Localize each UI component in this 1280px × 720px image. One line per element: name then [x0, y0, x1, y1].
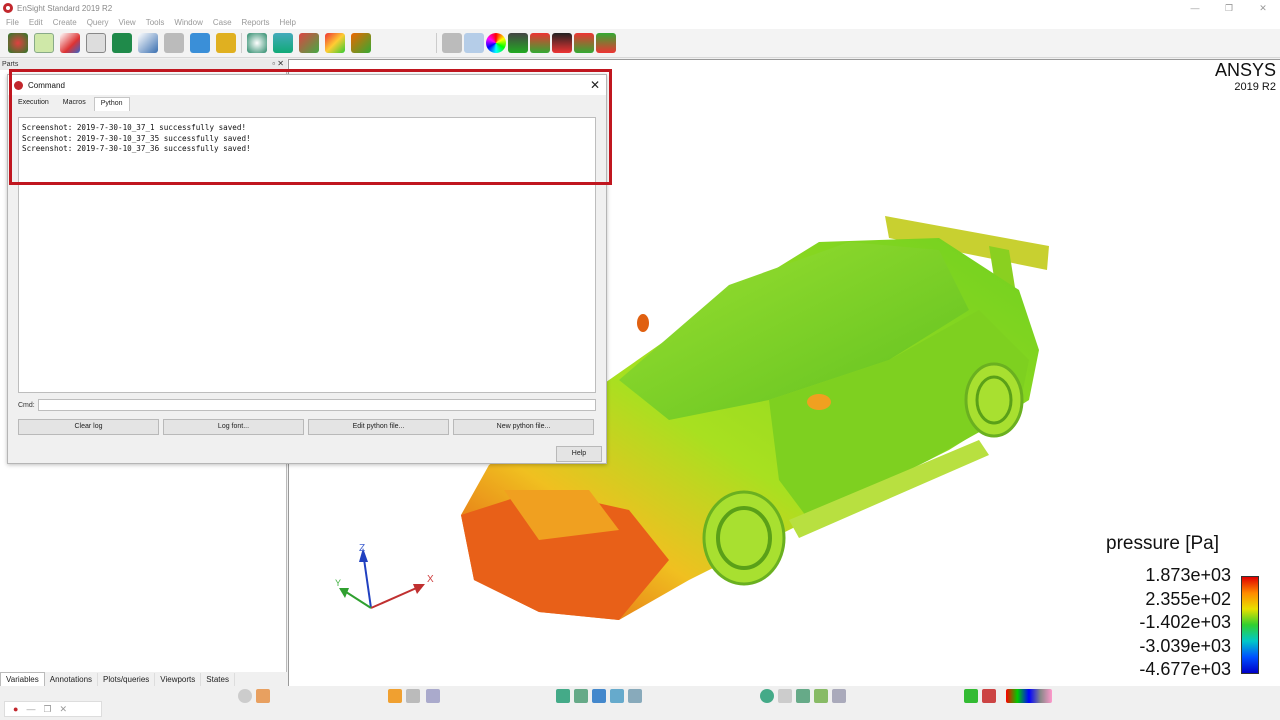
pointer-tool-icon[interactable] — [442, 33, 462, 53]
legend-value-min: -4.677e+03 — [1139, 659, 1231, 679]
isosurface-tool-icon[interactable] — [273, 33, 293, 53]
center-icon[interactable] — [832, 689, 846, 703]
book-tool-icon[interactable] — [164, 33, 184, 53]
menu-query[interactable]: Query — [87, 18, 109, 27]
axis-x-label: X — [427, 574, 434, 585]
tab-viewports[interactable]: Viewports — [155, 672, 202, 686]
ensight-app-icon — [3, 3, 13, 13]
legend-title: pressure [Pa] — [1106, 533, 1219, 554]
record-icon[interactable] — [238, 689, 252, 703]
viewport-tool-icon[interactable] — [112, 33, 132, 53]
streamline-tool-icon[interactable] — [351, 33, 371, 53]
menu-help[interactable]: Help — [280, 18, 296, 27]
tool-box-icon[interactable] — [216, 33, 236, 53]
panel-float-close-icon[interactable]: ▫ ✕ — [272, 59, 284, 68]
legend-value-2: 2.355e+02 — [1145, 589, 1231, 609]
side-mirror — [807, 394, 831, 410]
close-window-button[interactable]: ✕ — [1246, 0, 1280, 16]
cmd-label: Cmd: — [18, 402, 35, 409]
menu-edit[interactable]: Edit — [29, 18, 43, 27]
sync-views-icon[interactable] — [796, 689, 810, 703]
lock-icon[interactable] — [778, 689, 792, 703]
thumb-minimize-icon[interactable]: — — [26, 704, 35, 714]
parts-panel-title: Parts — [2, 61, 19, 68]
left-panel-tabs: Variables Annotations Plots/queries View… — [0, 672, 287, 686]
edit-python-file-button[interactable]: Edit python file... — [308, 419, 449, 435]
minimize-button[interactable]: — — [1178, 0, 1212, 16]
error-icon[interactable] — [982, 689, 996, 703]
legend-color-bar — [1241, 576, 1259, 674]
thumb-app-icon: ● — [13, 704, 19, 714]
window-title: EnSight Standard 2019 R2 — [17, 3, 113, 13]
clip-tool-icon[interactable] — [299, 33, 319, 53]
menu-bar: File Edit Create Query View Tools Window… — [0, 16, 1280, 29]
thumb-close-icon[interactable]: ✕ — [60, 704, 68, 715]
legend-value-4: -3.039e+03 — [1139, 636, 1231, 656]
rear-wheel — [964, 362, 1024, 438]
grid-icon[interactable] — [406, 689, 420, 703]
table-tool-icon[interactable] — [34, 33, 54, 53]
cmd-input[interactable] — [38, 399, 596, 411]
restore-button[interactable]: ❐ — [1212, 0, 1246, 16]
plot-tool-icon[interactable] — [60, 33, 80, 53]
probe-tool-icon[interactable] — [247, 33, 267, 53]
menu-create[interactable]: Create — [53, 18, 77, 27]
label-icon[interactable] — [552, 33, 572, 53]
select-icon[interactable] — [388, 689, 402, 703]
axis-y-label: Y — [335, 578, 341, 588]
fit-icon[interactable] — [610, 689, 624, 703]
rotate-icon[interactable] — [592, 689, 606, 703]
menu-file[interactable]: File — [6, 18, 19, 27]
new-python-file-button[interactable]: New python file... — [453, 419, 594, 435]
bottom-status-bar: ● — ❐ ✕ — [0, 686, 1280, 720]
thumb-restore-icon[interactable]: ❐ — [43, 704, 51, 715]
tab-plots-queries[interactable]: Plots/queries — [98, 672, 156, 686]
zoom-box-icon[interactable] — [556, 689, 570, 703]
lines-icon[interactable] — [530, 33, 550, 53]
display-icon[interactable] — [596, 33, 616, 53]
tab-variables[interactable]: Variables — [0, 672, 45, 686]
help-button[interactable]: Help — [556, 446, 602, 462]
main-toolbar — [0, 29, 1280, 58]
window-titlebar: EnSight Standard 2019 R2 — ❐ ✕ — [0, 0, 1280, 16]
clear-log-button[interactable]: Clear log — [18, 419, 159, 435]
toolbar-separator-2 — [436, 33, 437, 53]
reset-icon[interactable] — [760, 689, 774, 703]
movie-tool-icon[interactable] — [190, 33, 210, 53]
legend-value-max: 1.873e+03 — [1145, 565, 1231, 585]
tab-states[interactable]: States — [201, 672, 235, 686]
taskbar-thumbnail[interactable]: ● — ❐ ✕ — [4, 701, 102, 717]
menu-tools[interactable]: Tools — [146, 18, 165, 27]
transparency-icon[interactable] — [508, 33, 528, 53]
log-font-button[interactable]: Log font... — [163, 419, 304, 435]
vector-tool-icon[interactable] — [325, 33, 345, 53]
annotation-tool-icon[interactable] — [138, 33, 158, 53]
axis-triad: Z X Y — [335, 543, 434, 609]
highlight-annotation-box — [9, 69, 612, 185]
undo-view-icon[interactable] — [814, 689, 828, 703]
hand-icon[interactable] — [256, 689, 270, 703]
menu-reports[interactable]: Reports — [242, 18, 270, 27]
tab-annotations[interactable]: Annotations — [45, 672, 99, 686]
toolbar-separator — [241, 33, 242, 53]
axis-z-label: Z — [359, 543, 365, 554]
palette-icon[interactable] — [1006, 689, 1052, 703]
translate-icon[interactable] — [574, 689, 588, 703]
color-wheel-icon[interactable] — [486, 33, 506, 53]
sync-icon[interactable] — [426, 689, 440, 703]
shading-icon[interactable] — [574, 33, 594, 53]
pressure-legend: pressure [Pa] 1.873e+03 2.355e+02 -1.402… — [1099, 530, 1279, 686]
legend-value-3: -1.402e+03 — [1139, 612, 1231, 632]
menu-case[interactable]: Case — [213, 18, 232, 27]
eye-visibility-icon[interactable] — [464, 33, 484, 53]
info-icon[interactable] — [964, 689, 978, 703]
window-controls: — ❐ ✕ — [1178, 0, 1280, 16]
parts-tool-icon[interactable] — [8, 33, 28, 53]
menu-view[interactable]: View — [119, 18, 136, 27]
menu-window[interactable]: Window — [174, 18, 202, 27]
view-icon[interactable] — [628, 689, 642, 703]
rear-light — [637, 314, 649, 332]
query-tool-icon[interactable] — [86, 33, 106, 53]
